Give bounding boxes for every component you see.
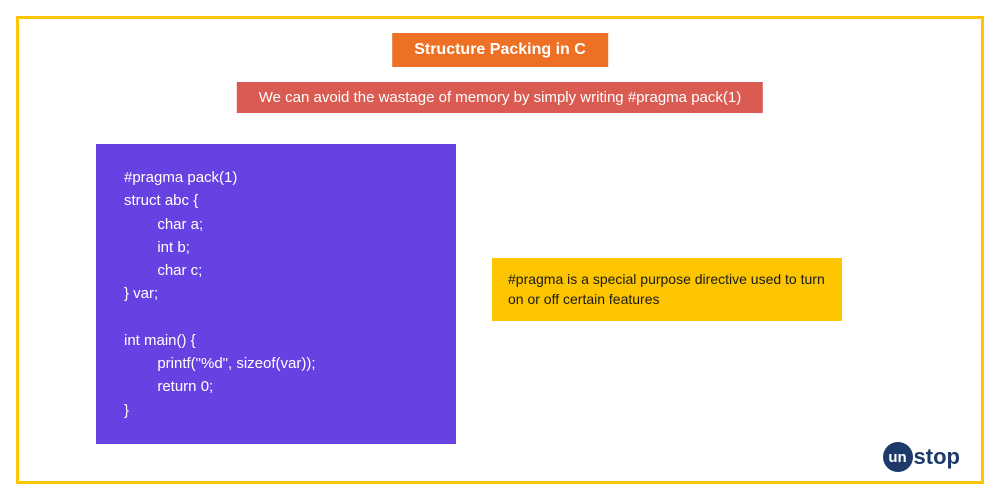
subtitle-banner: We can avoid the wastage of memory by si… [237,82,763,113]
code-block: #pragma pack(1) struct abc { char a; int… [96,144,456,444]
pragma-note: #pragma is a special purpose directive u… [492,258,842,321]
logo-text: stop [914,444,960,470]
logo-circle: un [883,442,913,472]
unstop-logo: un stop [883,442,960,472]
title-heading: Structure Packing in C [392,33,608,67]
